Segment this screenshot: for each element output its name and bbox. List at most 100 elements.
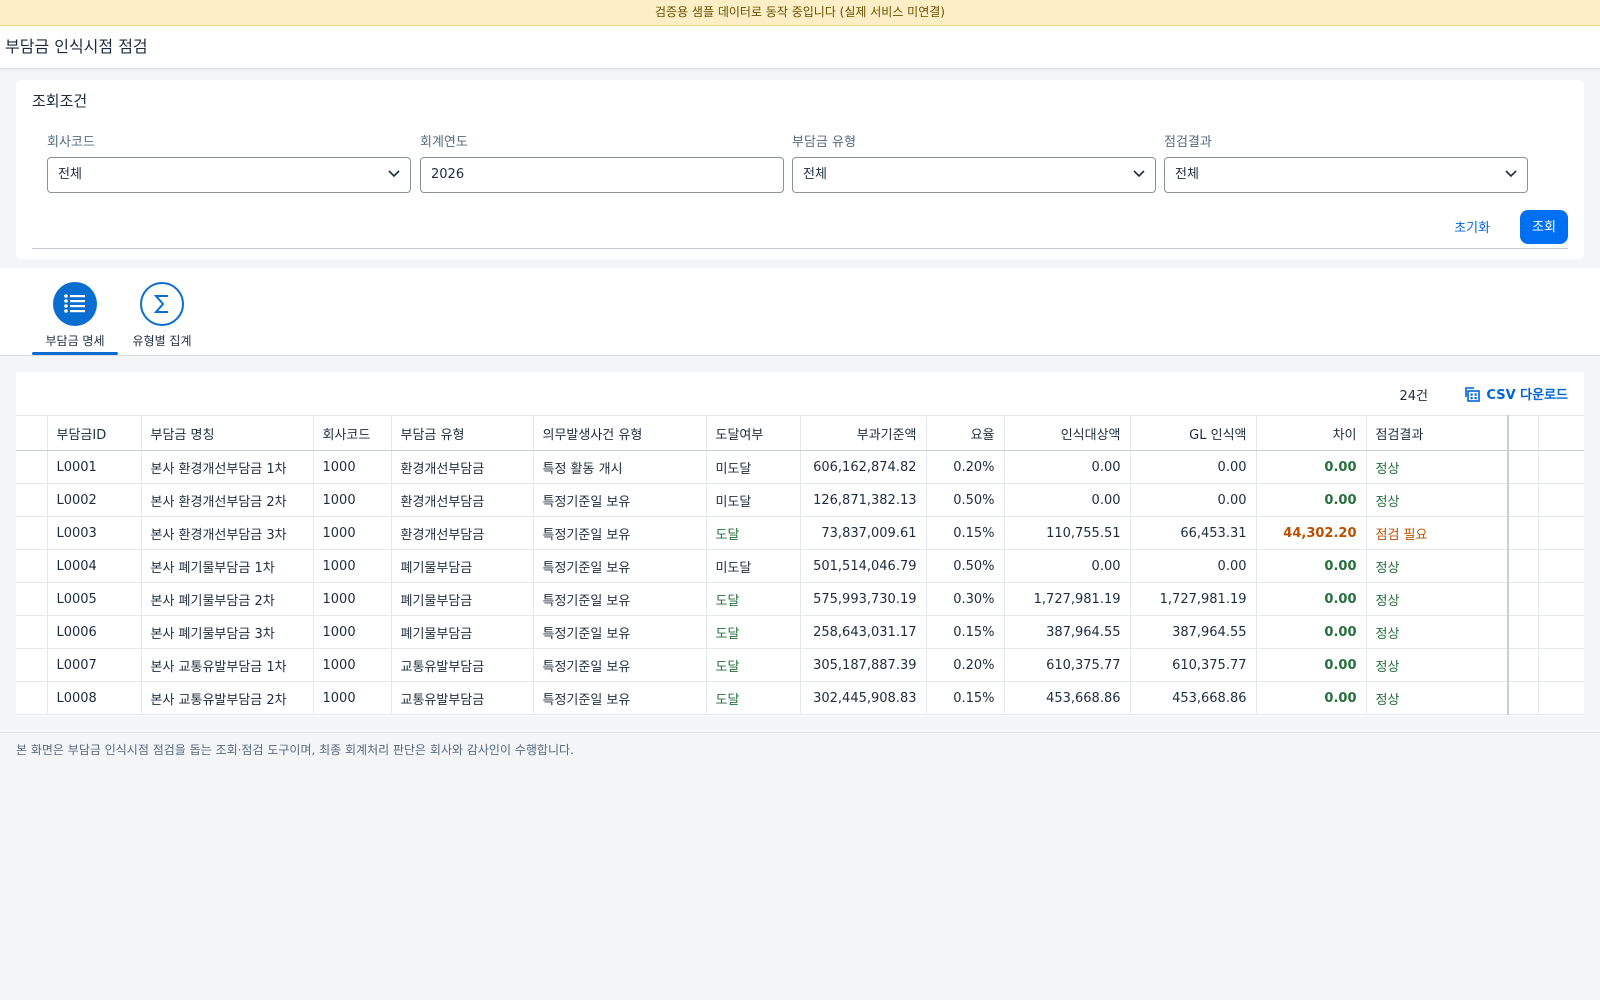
column-header[interactable]: 인식대상액 [1004, 415, 1131, 451]
table-cell: 0.00 [1256, 648, 1367, 682]
levy-type-value: 전체 [803, 167, 827, 182]
levy-type-label: 부담금 유형 [792, 135, 856, 150]
table-cell: 610,375.77 [1004, 648, 1131, 682]
table-cell: 1000 [313, 648, 392, 682]
table-row[interactable]: L0003 본사 환경개선부담금 3차 1000 환경개선부담금 특정기준일 보유 도달 7… [16, 516, 1584, 550]
table-cell: L0007 [47, 648, 142, 682]
empty-cell [1538, 516, 1584, 550]
table-row[interactable]: L0002 본사 환경개선부담금 2차 1000 환경개선부담금 특정기준일 보유 미도달… [16, 483, 1584, 517]
table-cell: L0008 [47, 681, 142, 715]
table-cell: 1000 [313, 516, 392, 550]
table-cell: 610,375.77 [1130, 648, 1257, 682]
table-cell: 환경개선부담금 [391, 450, 534, 484]
tab-type-summary[interactable]: 유형별 집계 [118, 282, 206, 349]
table-cell: 1,727,981.19 [1004, 582, 1131, 616]
row-selector[interactable] [16, 549, 48, 583]
table-cell: 도달 [706, 582, 801, 616]
column-header[interactable]: 차이 [1256, 415, 1367, 451]
company-code-select[interactable]: 전체 [47, 157, 411, 193]
row-selector[interactable] [16, 516, 48, 550]
table-cell: 44,302.20 [1256, 516, 1367, 550]
table-header-row: 부담금ID 부담금 명칭 회사코드 부담금 유형 의무발생사건 유형 도달여부 … [16, 415, 1584, 451]
table-row[interactable]: L0007 본사 교통유발부담금 1차 1000 교통유발부담금 특정기준일 보유 도달 3… [16, 648, 1584, 682]
table-cell: 0.00 [1256, 582, 1367, 616]
table-cell: 1000 [313, 681, 392, 715]
table-cell: 0.00 [1256, 615, 1367, 649]
table-cell: 미도달 [706, 483, 801, 517]
table-cell: 1000 [313, 549, 392, 583]
table-cell: 0.20% [926, 648, 1005, 682]
table-cell: L0006 [47, 615, 142, 649]
table-cell: 387,964.55 [1130, 615, 1257, 649]
check-result-select[interactable]: 전체 [1164, 157, 1528, 193]
table-row[interactable]: L0005 본사 폐기물부담금 2차 1000 폐기물부담금 특정기준일 보유 도달 575… [16, 582, 1584, 616]
table-row[interactable]: L0008 본사 교통유발부담금 2차 1000 교통유발부담금 특정기준일 보유 도달 3… [16, 681, 1584, 715]
table-cell: 본사 교통유발부담금 2차 [141, 681, 314, 715]
row-selector[interactable] [16, 681, 48, 715]
table-cell: 본사 폐기물부담금 2차 [141, 582, 314, 616]
column-header[interactable]: 부담금 명칭 [141, 415, 314, 451]
table-cell: 1,727,981.19 [1130, 582, 1257, 616]
table-cell: 특정기준일 보유 [533, 516, 707, 550]
table-cell: 특정기준일 보유 [533, 681, 707, 715]
chevron-down-icon [1505, 170, 1517, 178]
table-cell: 폐기물부담금 [391, 582, 534, 616]
table-cell: 환경개선부담금 [391, 516, 534, 550]
table-cell: 특정기준일 보유 [533, 615, 707, 649]
table-cell: 110,755.51 [1004, 516, 1131, 550]
levy-type-select[interactable]: 전체 [792, 157, 1156, 193]
empty-header [1538, 415, 1584, 451]
table-cell: 도달 [706, 615, 801, 649]
empty-cell [1508, 648, 1539, 682]
table-cell: 0.30% [926, 582, 1005, 616]
empty-cell [1508, 549, 1539, 583]
row-selector[interactable] [16, 648, 48, 682]
table-cell: 특정 활동 개시 [533, 450, 707, 484]
table-row[interactable]: L0004 본사 폐기물부담금 1차 1000 폐기물부담금 특정기준일 보유 미도달 50… [16, 549, 1584, 583]
levy-table-panel: 24건 CSV 다운로드 부담금ID 부담금 명칭 회사코드 부담금 유형 의무… [16, 372, 1584, 716]
table-cell: 305,187,887.39 [800, 648, 927, 682]
table-cell: 교통유발부담금 [391, 681, 534, 715]
column-header[interactable]: 회사코드 [313, 415, 392, 451]
column-header[interactable]: 부담금ID [47, 415, 142, 451]
table-cell: L0002 [47, 483, 142, 517]
fiscal-year-input[interactable]: 2026 [420, 157, 784, 193]
reset-button[interactable]: 초기화 [1444, 209, 1500, 244]
filter-panel: 조회조건 회사코드 전체 회계연도 2026 부담금 유형 전체 점검결과 전체… [16, 80, 1584, 259]
table-cell: 정상 [1366, 615, 1509, 649]
filter-actions: 초기화 조회 [1444, 209, 1568, 244]
empty-cell [1508, 516, 1539, 550]
column-header[interactable]: GL 인식액 [1130, 415, 1257, 451]
empty-cell [1538, 549, 1584, 583]
table-cell: 0.00 [1004, 450, 1131, 484]
column-header[interactable]: 도달여부 [706, 415, 801, 451]
chevron-down-icon [388, 170, 400, 178]
table-cell: 66,453.31 [1130, 516, 1257, 550]
column-header[interactable]: 부과기준액 [800, 415, 927, 451]
row-selector[interactable] [16, 450, 48, 484]
row-selector[interactable] [16, 582, 48, 616]
table-cell: 0.00 [1004, 483, 1131, 517]
table-cell: 정상 [1366, 648, 1509, 682]
table-cell: 0.00 [1130, 549, 1257, 583]
row-selector[interactable] [16, 483, 48, 517]
table-cell: 도달 [706, 648, 801, 682]
column-header[interactable]: 의무발생사건 유형 [533, 415, 707, 451]
csv-download-button[interactable]: CSV 다운로드 [1464, 384, 1568, 403]
company-code-label: 회사코드 [47, 135, 95, 150]
column-header[interactable]: 점검결과 [1366, 415, 1509, 451]
row-selector[interactable] [16, 615, 48, 649]
company-code-value: 전체 [58, 167, 82, 182]
table-row[interactable]: L0001 본사 환경개선부담금 1차 1000 환경개선부담금 특정 활동 개시 미도달… [16, 450, 1584, 484]
table-cell: 258,643,031.17 [800, 615, 927, 649]
table-cell: L0003 [47, 516, 142, 550]
table-cell: 본사 교통유발부담금 1차 [141, 648, 314, 682]
column-header[interactable]: 요율 [926, 415, 1005, 451]
search-button[interactable]: 조회 [1520, 209, 1568, 244]
table-row[interactable]: L0006 본사 폐기물부담금 3차 1000 폐기물부담금 특정기준일 보유 도달 258… [16, 615, 1584, 649]
tab-levy-details[interactable]: 부담금 명세 [31, 282, 119, 349]
fiscal-year-field: 회계연도 2026 [420, 131, 784, 193]
column-header[interactable]: 부담금 유형 [391, 415, 534, 451]
empty-cell [1538, 582, 1584, 616]
page-title: 부담금 인식시점 점검 [5, 37, 148, 56]
